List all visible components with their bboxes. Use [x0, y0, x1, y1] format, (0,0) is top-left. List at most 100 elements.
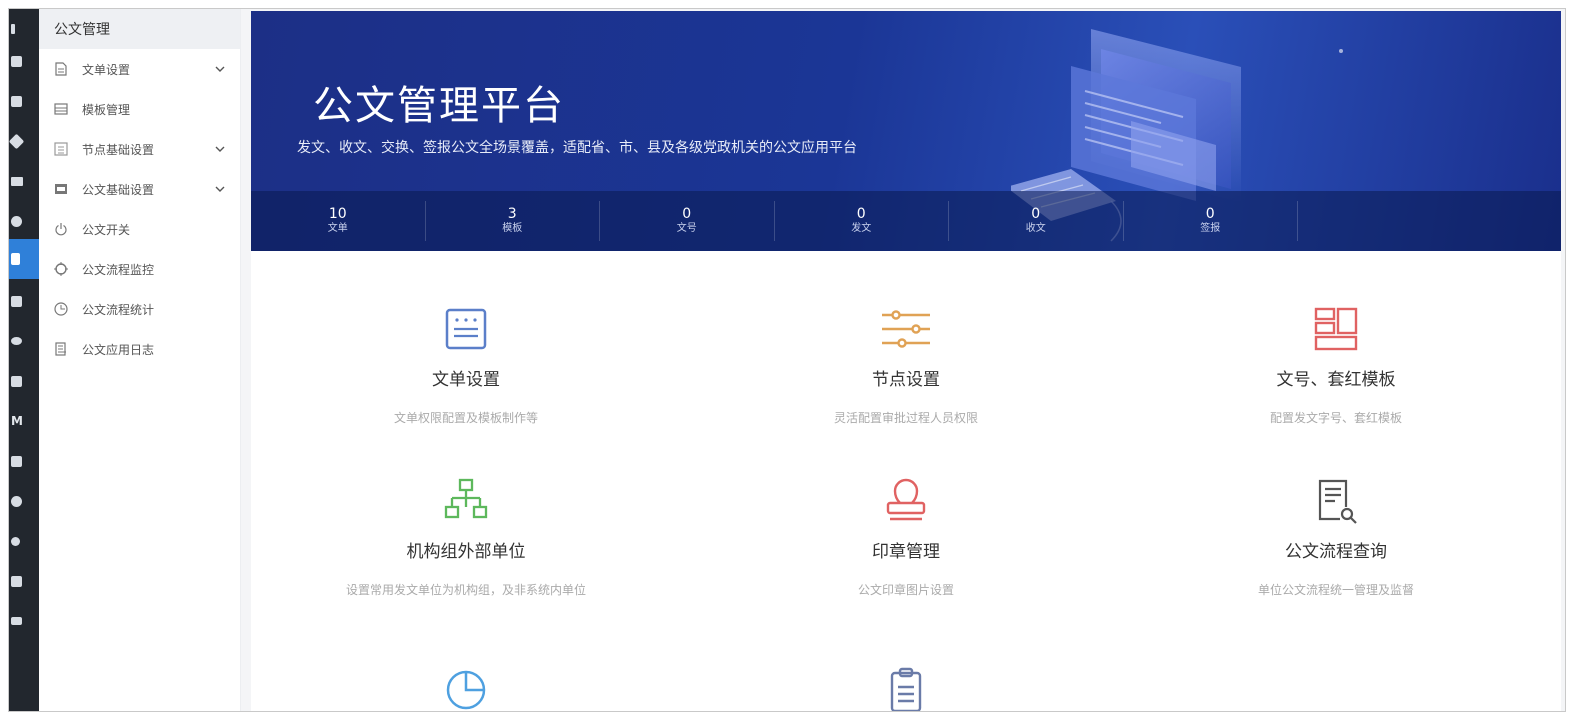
stat-value: 0	[856, 206, 866, 222]
card-title: 文单设置	[432, 370, 500, 390]
sidebar-item-app-log[interactable]: 公文应用日志	[39, 329, 240, 369]
stat-template[interactable]: 3 模板	[426, 201, 600, 241]
template-icon	[54, 102, 68, 116]
stat-label: 签报	[1200, 223, 1221, 234]
card-desc: 灵活配置审批过程人员权限	[833, 411, 978, 425]
card-desc: 公文印章图片设置	[857, 583, 954, 597]
app-window: M 公文管理 文单设置 模板管理 节点基础设置 公文基础设置 公文开关 公文流程…	[8, 8, 1566, 712]
sidebar-item-doc-base-settings[interactable]: 公文基础设置	[39, 169, 240, 209]
stat-incoming[interactable]: 0 收文	[949, 201, 1124, 241]
clock-chart-icon	[54, 302, 68, 316]
rail-item-org[interactable]	[9, 41, 39, 81]
stat-value: 3	[507, 206, 517, 222]
card-form-settings[interactable]: 文单设置 文单权限配置及模板制作等	[251, 305, 681, 428]
form-icon	[445, 308, 487, 350]
chevron-down-icon[interactable]	[214, 183, 226, 195]
sidebar-item-flow-monitor[interactable]: 公文流程监控	[39, 249, 240, 289]
pie-chart-icon	[446, 670, 486, 710]
window-icon	[11, 95, 22, 107]
document-icon	[11, 253, 20, 265]
list-icon	[11, 295, 22, 307]
rail-item-edit[interactable]	[9, 441, 39, 481]
stat-label: 文号	[676, 223, 697, 234]
stat-value: 10	[328, 206, 347, 222]
eye-icon	[11, 337, 22, 345]
card-log[interactable]	[691, 665, 1121, 711]
menu-icon	[11, 24, 15, 34]
sidebar-item-label: 公文开关	[82, 222, 131, 237]
stat-form[interactable]: 10 文单	[251, 201, 426, 241]
stat-value: 0	[682, 206, 692, 222]
layout-icon	[1314, 307, 1358, 351]
node-icon	[54, 142, 68, 156]
rail-item-monitor[interactable]	[9, 561, 39, 601]
chevron-down-icon[interactable]	[214, 143, 226, 155]
rail-item-flow[interactable]	[9, 161, 39, 201]
monitor-icon	[11, 575, 22, 587]
card-seal-management[interactable]: 印章管理 公文印章图片设置	[691, 477, 1121, 600]
sidebar-item-template[interactable]: 模板管理	[39, 89, 240, 129]
page-subtitle: 发文、收文、交换、签报公文全场景覆盖，适配省、市、县及各级党政机关的公文应用平台	[297, 140, 857, 156]
stat-value: 0	[1031, 206, 1041, 222]
sidebar-item-label: 模板管理	[82, 102, 131, 117]
page-title: 公文管理平台	[313, 83, 565, 129]
mail-icon: M	[11, 414, 23, 428]
stat-label: 收文	[1025, 223, 1046, 234]
hero-banner: 公文管理平台 发文、收文、交换、签报公文全场景覆盖，适配省、市、县及各级党政机关…	[251, 11, 1561, 251]
sidebar-item-flow-stats[interactable]: 公文流程统计	[39, 289, 240, 329]
chevron-down-icon[interactable]	[214, 63, 226, 75]
gear-icon	[11, 536, 20, 546]
stat-label: 发文	[851, 223, 872, 234]
rail-item-apps[interactable]	[9, 361, 39, 401]
rail-item-tag[interactable]	[9, 121, 39, 161]
rail-item-globe[interactable]	[9, 481, 39, 521]
tag-icon	[9, 133, 25, 149]
seal-icon	[886, 478, 926, 521]
card-title: 印章管理	[872, 542, 940, 562]
stat-label: 模板	[502, 223, 523, 234]
sidebar-item-form-settings[interactable]: 文单设置	[39, 49, 240, 89]
main-content: 公文管理平台 发文、收文、交换、签报公文全场景覆盖，适配省、市、县及各级党政机关…	[251, 11, 1561, 711]
card-desc: 单位公文流程统一管理及监督	[1257, 583, 1414, 597]
rail-item-mail[interactable]: M	[9, 401, 39, 441]
user-icon	[11, 617, 22, 625]
card-number-template[interactable]: 文号、套红模板 配置发文字号、套红模板	[1121, 305, 1551, 428]
rail-item-document[interactable]	[9, 239, 39, 279]
sidebar-item-label: 文单设置	[82, 62, 131, 77]
rail-item-gear[interactable]	[9, 521, 39, 561]
globe-icon	[11, 495, 22, 507]
stat-doc-number[interactable]: 0 文号	[600, 201, 775, 241]
doc-search-icon	[1318, 479, 1357, 524]
stats-bar: 10 文单 3 模板 0 文号 0 发文 0 收文 0 签报	[251, 191, 1561, 251]
sidebar-item-label: 公文流程统计	[82, 302, 155, 317]
card-statistics[interactable]	[251, 665, 681, 711]
sidebar-item-node-settings[interactable]: 节点基础设置	[39, 129, 240, 169]
rail-item-list[interactable]	[9, 281, 39, 321]
stat-value: 0	[1205, 206, 1215, 222]
settings-box-icon	[54, 182, 68, 196]
sidebar-item-label: 节点基础设置	[82, 142, 155, 157]
card-desc: 设置常用发文单位为机构组，及非系统内单位	[345, 583, 586, 597]
icon-rail: M	[9, 9, 39, 711]
clipboard-icon	[890, 667, 922, 711]
rail-item-user[interactable]	[9, 601, 39, 641]
card-org-external[interactable]: 机构组外部单位 设置常用发文单位为机构组，及非系统内单位	[251, 477, 681, 600]
log-icon	[54, 342, 68, 356]
rail-item-eye[interactable]	[9, 321, 39, 361]
rail-item-window[interactable]	[9, 81, 39, 121]
document-icon	[54, 62, 68, 76]
card-flow-query[interactable]: 公文流程查询 单位公文流程统一管理及监督	[1121, 477, 1551, 600]
card-node-settings[interactable]: 节点设置 灵活配置审批过程人员权限	[691, 305, 1121, 428]
power-icon	[54, 222, 68, 236]
stat-outgoing[interactable]: 0 发文	[775, 201, 949, 241]
rail-item-minus[interactable]	[9, 201, 39, 241]
sidebar-item-label: 公文流程监控	[82, 262, 155, 277]
card-desc: 文单权限配置及模板制作等	[393, 411, 538, 425]
monitor-icon	[54, 262, 68, 276]
stat-label: 文单	[327, 223, 348, 234]
sidebar: 公文管理 文单设置 模板管理 节点基础设置 公文基础设置 公文开关 公文流程监控…	[39, 9, 241, 711]
stat-report[interactable]: 0 签报	[1124, 201, 1298, 241]
card-title: 机构组外部单位	[406, 542, 526, 562]
sidebar-item-doc-switch[interactable]: 公文开关	[39, 209, 240, 249]
edit-icon	[11, 455, 22, 467]
